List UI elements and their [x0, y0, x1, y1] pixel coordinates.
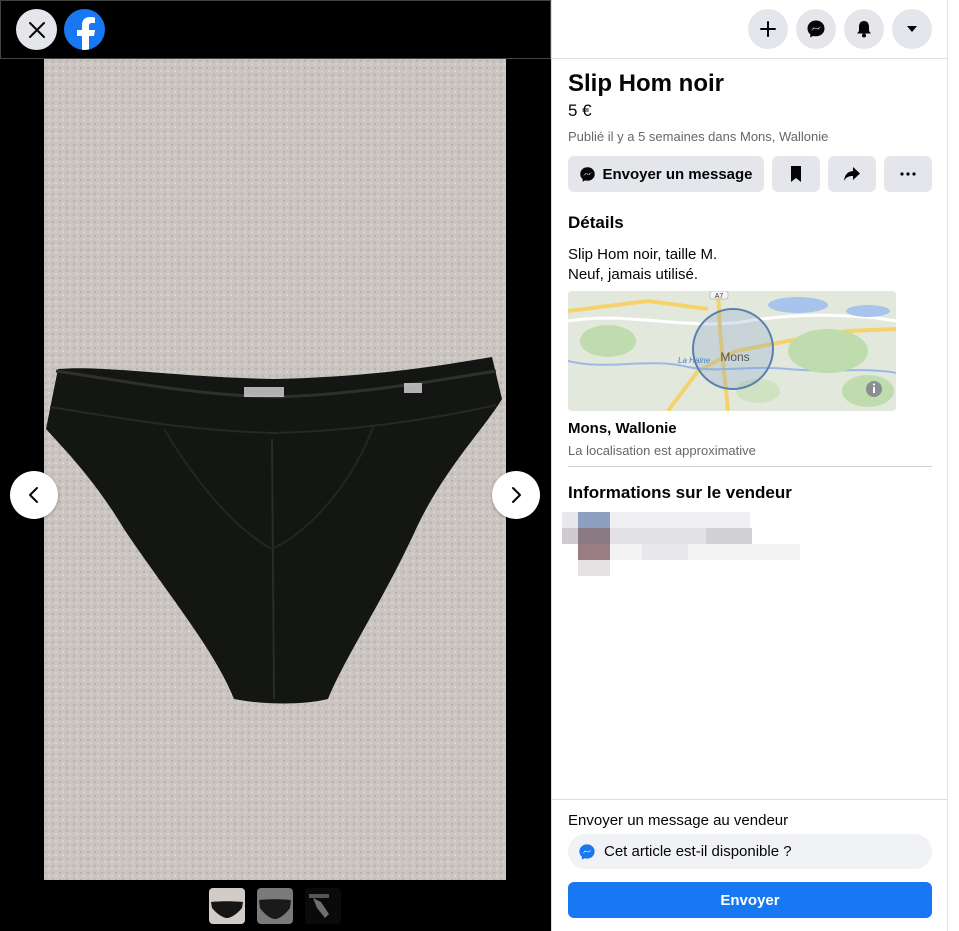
photo-viewer	[0, 0, 551, 931]
listing-photo	[44, 59, 506, 880]
chevron-right-icon	[512, 487, 521, 503]
close-icon	[28, 21, 45, 38]
message-input-value: Cet article est-il disponible ?	[604, 843, 792, 860]
message-input[interactable]: Cet article est-il disponible ?	[568, 834, 932, 869]
details-heading: Détails	[568, 213, 624, 232]
create-button[interactable]	[748, 9, 788, 49]
top-navigation	[552, 0, 948, 59]
bookmark-icon	[791, 166, 801, 182]
blur-block	[642, 544, 688, 560]
send-button[interactable]: Envoyer	[568, 882, 932, 918]
plus-icon	[760, 21, 776, 37]
seller-name-blurred[interactable]	[610, 512, 750, 528]
messenger-button[interactable]	[796, 9, 836, 49]
composer-label: Envoyer un message au vendeur	[568, 812, 789, 829]
messenger-icon	[807, 20, 825, 38]
more-options-button[interactable]	[884, 156, 932, 192]
previous-photo-button[interactable]	[10, 471, 58, 519]
listing-published-info: Publié il y a 5 semaines dans Mons, Wall…	[568, 129, 829, 144]
map-road-label: A7	[715, 293, 724, 300]
thumbnail-3[interactable]	[305, 888, 341, 924]
blur-block	[578, 560, 610, 576]
marketplace-listing-page: Slip Hom noir 5 € Publié il y a 5 semain…	[0, 0, 959, 931]
location-note: La localisation est approximative	[568, 443, 756, 458]
send-message-button[interactable]: Envoyer un message	[568, 156, 764, 192]
map-city-label: Mons	[720, 350, 749, 364]
map-river-label: La Haine	[678, 356, 711, 365]
notifications-button[interactable]	[844, 9, 884, 49]
facebook-logo[interactable]	[64, 9, 105, 50]
blur-block	[578, 544, 610, 560]
location-map[interactable]: A7 Mons La Haine	[568, 291, 896, 411]
listing-price: 5 €	[568, 101, 592, 120]
close-button[interactable]	[16, 9, 57, 50]
save-button[interactable]	[772, 156, 820, 192]
thumbnail-1[interactable]	[209, 888, 245, 924]
location-name: Mons, Wallonie	[568, 420, 677, 437]
blur-block	[562, 528, 578, 544]
seller-heading: Informations sur le vendeur	[568, 483, 792, 502]
listing-title: Slip Hom noir	[568, 70, 724, 97]
listing-description: Slip Hom noir, taille M. Neuf, jamais ut…	[568, 245, 717, 285]
account-menu-button[interactable]	[892, 9, 932, 49]
messenger-icon	[580, 166, 596, 182]
viewer-header	[0, 0, 551, 59]
bell-icon	[857, 21, 871, 38]
caret-down-icon	[907, 26, 917, 32]
info-icon[interactable]	[866, 381, 882, 397]
chevron-left-icon	[29, 487, 38, 503]
more-icon	[900, 172, 916, 176]
listing-actions: Envoyer un message	[568, 156, 932, 192]
scrollbar[interactable]	[947, 0, 959, 931]
photo-thumbnails	[209, 888, 341, 924]
description-line: Slip Hom noir, taille M.	[568, 246, 718, 263]
thumbnail-2[interactable]	[257, 888, 293, 924]
blur-block	[706, 528, 752, 544]
description-line: Neuf, jamais utilisé.	[568, 266, 699, 283]
facebook-f-icon	[76, 17, 95, 50]
avatar[interactable]	[578, 512, 610, 528]
share-button[interactable]	[828, 156, 876, 192]
divider	[568, 466, 932, 467]
message-composer: Envoyer un message au vendeur Cet articl…	[552, 799, 948, 931]
listing-details-panel: Slip Hom noir 5 € Publié il y a 5 semain…	[551, 0, 959, 931]
messenger-icon	[579, 843, 595, 860]
send-message-label: Envoyer un message	[602, 165, 753, 183]
blur-block	[578, 528, 610, 544]
share-icon	[844, 167, 860, 181]
next-photo-button[interactable]	[492, 471, 540, 519]
blur-block	[610, 544, 800, 560]
